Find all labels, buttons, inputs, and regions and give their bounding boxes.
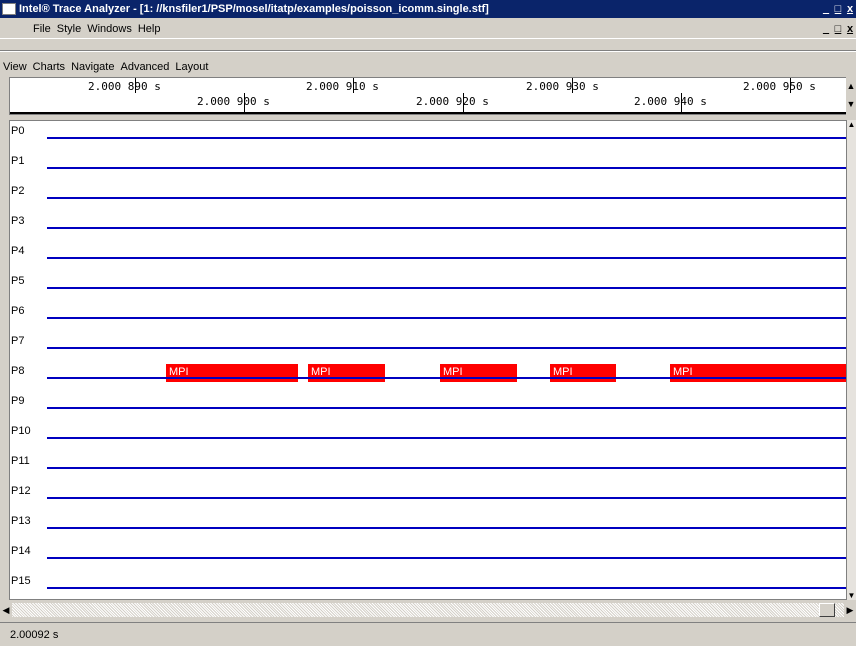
process-label: P6 xyxy=(11,305,25,317)
ruler-tick xyxy=(353,78,354,93)
process-timeline[interactable] xyxy=(47,587,846,589)
menu-advanced[interactable]: Advanced xyxy=(117,61,172,73)
title-bar: Intel® Trace Analyzer - [1: //knsfiler1/… xyxy=(0,0,856,18)
status-bar: 2.00092 s xyxy=(0,622,856,646)
scroll-up-icon[interactable]: ▲ xyxy=(846,81,856,91)
mpi-event-bar[interactable]: MPI xyxy=(166,364,298,382)
process-timeline[interactable] xyxy=(47,137,846,139)
process-label: P4 xyxy=(11,245,25,257)
menu-navigate[interactable]: Navigate xyxy=(68,61,117,73)
process-timeline[interactable] xyxy=(47,197,846,199)
process-label: P13 xyxy=(11,515,31,527)
mpi-event-bar[interactable]: MPI xyxy=(670,364,846,382)
window-title: Intel® Trace Analyzer - [1: //knsfiler1/… xyxy=(19,3,489,15)
ruler-label-top: 2.000 930 s xyxy=(526,80,599,93)
process-label: P0 xyxy=(11,125,25,137)
process-timeline-overlay xyxy=(670,377,846,379)
process-label: P9 xyxy=(11,395,25,407)
process-timeline[interactable] xyxy=(47,497,846,499)
time-ruler[interactable]: 2.000 890 s 2.000 910 s 2.000 930 s 2.00… xyxy=(9,77,847,115)
process-label: P3 xyxy=(11,215,25,227)
ruler-tick xyxy=(681,93,682,114)
process-label: P1 xyxy=(11,155,25,167)
menu-file[interactable]: File xyxy=(30,23,54,35)
mpi-event-bar[interactable]: MPI xyxy=(440,364,517,382)
scroll-up-icon[interactable]: ▲ xyxy=(847,120,856,129)
process-timeline[interactable] xyxy=(47,227,846,229)
process-label: P15 xyxy=(11,575,31,587)
app-icon xyxy=(2,3,16,15)
process-label: P8 xyxy=(11,365,25,377)
menu-style[interactable]: Style xyxy=(54,23,84,35)
ruler-baseline xyxy=(10,112,846,114)
process-label: P14 xyxy=(11,545,31,557)
process-timeline[interactable] xyxy=(47,467,846,469)
menu-layout[interactable]: Layout xyxy=(172,61,211,73)
menu-charts[interactable]: Charts xyxy=(30,61,68,73)
ruler-label-bottom: 2.000 940 s xyxy=(634,95,707,108)
child-close-button[interactable]: x xyxy=(844,22,856,36)
scroll-right-icon[interactable]: ▶ xyxy=(844,603,856,617)
mpi-event-bar[interactable]: MPI xyxy=(550,364,616,382)
process-timeline[interactable] xyxy=(47,527,846,529)
process-label: P2 xyxy=(11,185,25,197)
ruler-tick xyxy=(572,78,573,93)
ruler-label-top: 2.000 910 s xyxy=(306,80,379,93)
child-restore-button[interactable]: □ xyxy=(832,22,844,36)
ruler-tick xyxy=(135,78,136,93)
menu-windows[interactable]: Windows xyxy=(84,23,135,35)
child-window-controls: _ □ x xyxy=(820,19,856,39)
mpi-event-bar[interactable]: MPI xyxy=(308,364,385,382)
event-timeline[interactable]: P0 P1 P2 P3 P4 P5 P6 P7 P8 P9 P10 P11 P12 P13 P14 P15 MP… xyxy=(9,120,847,600)
child-minimize-button[interactable]: _ xyxy=(820,22,832,36)
close-button[interactable]: x xyxy=(844,2,856,16)
main-menubar: File Style Windows Help _ □ x xyxy=(0,19,856,39)
timeline-vertical-scrollbar[interactable]: ▲ ▼ xyxy=(847,120,856,600)
process-label: P12 xyxy=(11,485,31,497)
window-controls: _ □ x xyxy=(820,0,856,18)
minimize-button[interactable]: _ xyxy=(820,2,832,16)
process-timeline[interactable] xyxy=(47,437,846,439)
process-timeline-overlay xyxy=(308,377,385,379)
scrollbar-thumb[interactable] xyxy=(819,603,835,617)
timeline-horizontal-scrollbar[interactable]: ◀ ▶ xyxy=(0,603,856,617)
process-timeline-overlay xyxy=(166,377,298,379)
process-label: P5 xyxy=(11,275,25,287)
status-time: 2.00092 s xyxy=(10,628,59,641)
process-label: P10 xyxy=(11,425,31,437)
process-timeline-overlay xyxy=(550,377,616,379)
restore-button[interactable]: □ xyxy=(832,2,844,16)
menu-help[interactable]: Help xyxy=(135,23,164,35)
process-timeline[interactable] xyxy=(47,407,846,409)
ruler-label-top: 2.000 890 s xyxy=(88,80,161,93)
process-label: P7 xyxy=(11,335,25,347)
ruler-scrollbar[interactable]: ▲ ▼ xyxy=(846,77,856,115)
menu-separator xyxy=(0,50,856,52)
scroll-down-icon[interactable]: ▼ xyxy=(846,99,856,109)
ruler-label-bottom: 2.000 920 s xyxy=(416,95,489,108)
process-label: P11 xyxy=(11,455,30,467)
process-timeline[interactable] xyxy=(47,167,846,169)
process-timeline[interactable] xyxy=(47,557,846,559)
ruler-label-top: 2.000 950 s xyxy=(743,80,816,93)
ruler-tick xyxy=(790,78,791,93)
process-timeline[interactable] xyxy=(47,347,846,349)
scroll-left-icon[interactable]: ◀ xyxy=(0,603,12,617)
ruler-tick xyxy=(244,93,245,114)
ruler-label-bottom: 2.000 900 s xyxy=(197,95,270,108)
scroll-down-icon[interactable]: ▼ xyxy=(847,591,856,600)
chart-menubar: View Charts Navigate Advanced Layout xyxy=(0,57,856,77)
process-timeline[interactable] xyxy=(47,257,846,259)
process-timeline[interactable] xyxy=(47,317,846,319)
ruler-tick xyxy=(463,93,464,114)
menu-view[interactable]: View xyxy=(0,61,30,73)
process-timeline[interactable] xyxy=(47,287,846,289)
process-timeline-overlay xyxy=(440,377,517,379)
